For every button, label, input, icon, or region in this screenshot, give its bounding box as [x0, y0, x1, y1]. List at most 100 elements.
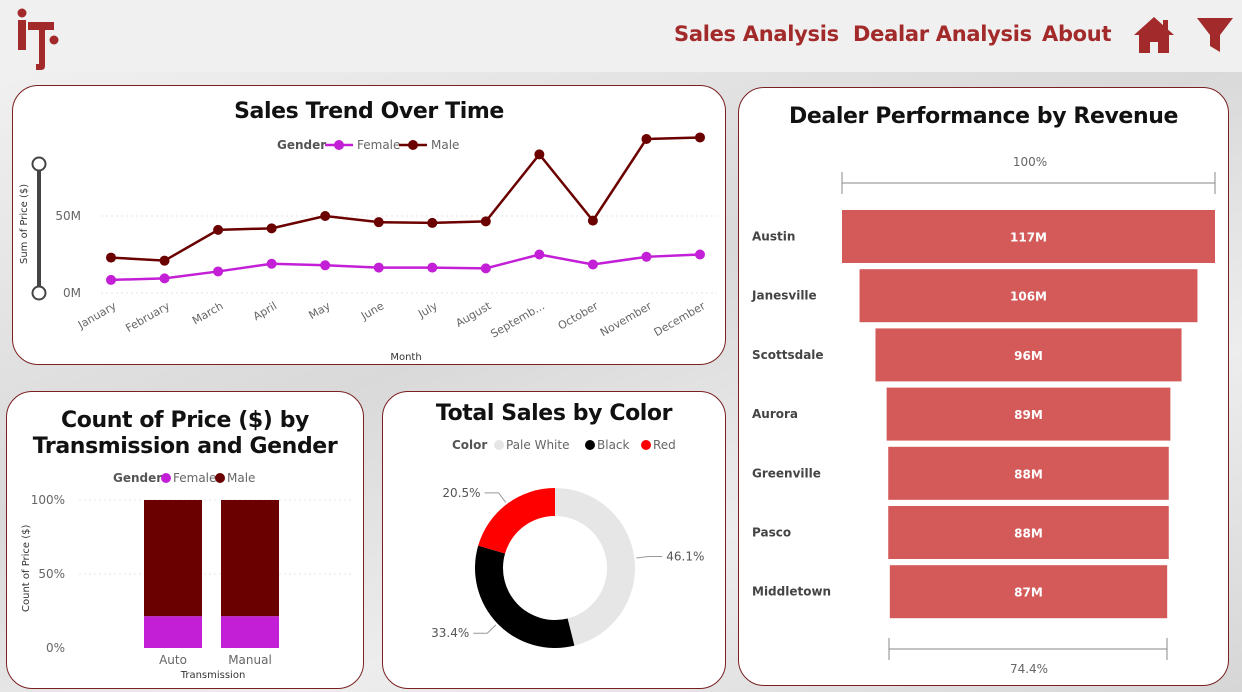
data-point-female[interactable]	[373, 262, 384, 273]
donut-legend-marker	[585, 440, 595, 450]
stack-x-axis-title: Transmission	[180, 670, 246, 681]
x-tick-label: December	[652, 299, 708, 339]
nav-dealar-analysis[interactable]: Dealar Analysis	[853, 22, 1032, 46]
data-point-female[interactable]	[480, 263, 491, 274]
stack-y-tick-100: 100%	[31, 493, 65, 507]
x-axis-title: Month	[390, 352, 421, 363]
data-point-female[interactable]	[159, 273, 170, 284]
x-tick-label: October	[556, 299, 601, 333]
funnel-value-label: 96M	[1014, 349, 1043, 363]
header-bar: Sales Analysis Dealar Analysis About	[0, 0, 1242, 72]
color-sales-chart: Color Pale White Black Red 46.1% 33.4% 20.5%	[431, 438, 704, 648]
data-point-male[interactable]	[587, 215, 598, 226]
transmission-card: Count of Price ($) by Transmission and G…	[6, 391, 364, 689]
stack-bar-manual-female[interactable]	[221, 616, 279, 648]
data-point-male[interactable]	[480, 216, 491, 227]
funnel-category-label: Scottsdale	[752, 348, 824, 362]
data-point-male[interactable]	[534, 149, 545, 160]
zoom-slider-top-handle[interactable]	[31, 156, 47, 172]
dealer-funnel-chart: 100% Austin 117M Janesville 106M Scottsdale 9…	[751, 155, 1216, 676]
funnel-value-label: 88M	[1014, 467, 1043, 481]
donut-legend-marker	[641, 440, 651, 450]
funnel-value-label: 87M	[1014, 586, 1043, 600]
sales-trend-chart: Gender Female Male Sum of Price ($) 50M …	[19, 132, 717, 363]
data-point-female[interactable]	[695, 249, 705, 260]
nav-about[interactable]: About	[1042, 22, 1112, 46]
color-sales-card: Total Sales by Color Color Pale White Bla…	[382, 391, 726, 689]
y-axis-title: Sum of Price ($)	[19, 184, 30, 264]
data-point-female[interactable]	[213, 266, 224, 277]
stack-y-tick-0: 0%	[46, 641, 65, 655]
dealer-performance-card: Dealer Performance by Revenue 100% Austi…	[738, 87, 1229, 686]
data-point-male[interactable]	[695, 132, 705, 143]
data-point-female[interactable]	[106, 274, 116, 285]
data-point-female[interactable]	[641, 251, 652, 262]
x-tick-label: July	[415, 299, 440, 321]
series-line-female	[110, 253, 701, 282]
data-point-female[interactable]	[320, 260, 331, 271]
donut-legend-label: Red	[653, 438, 676, 452]
funnel-category-label: Greenville	[752, 466, 821, 480]
x-tick-label: March	[190, 299, 226, 327]
funnel-value-label: 106M	[1010, 290, 1047, 304]
funnel-bottom-pct: 74.4%	[1010, 662, 1048, 676]
data-point-male[interactable]	[266, 223, 277, 234]
data-point-male[interactable]	[320, 211, 331, 221]
series-line-male	[110, 136, 701, 262]
filter-icon[interactable]	[1196, 16, 1234, 54]
data-point-male[interactable]	[427, 217, 438, 228]
x-tick-label: May	[306, 299, 333, 322]
data-point-female[interactable]	[587, 259, 598, 270]
y-tick-50m: 50M	[55, 209, 81, 223]
donut-slice-red[interactable]	[478, 488, 555, 554]
nav-sales-analysis[interactable]: Sales Analysis	[674, 22, 839, 46]
legend-title: Gender	[277, 138, 326, 152]
funnel-value-label: 88M	[1014, 527, 1043, 541]
donut-data-label: 46.1%	[666, 550, 704, 564]
zoom-slider-bottom-handle[interactable]	[31, 285, 47, 301]
donut-data-label: 20.5%	[442, 486, 480, 500]
y-tick-0m: 0M	[63, 286, 81, 300]
stack-legend-label-male: Male	[227, 471, 255, 485]
funnel-category-label: Pasco	[752, 526, 791, 540]
donut-legend-title: Color	[452, 438, 487, 452]
stack-legend-label-female: Female	[173, 471, 216, 485]
sales-trend-card: Sales Trend Over Time Gender Female Male…	[12, 85, 726, 365]
donut-legend-label: Black	[597, 438, 630, 452]
donut-slice-black[interactable]	[475, 545, 575, 648]
data-point-female[interactable]	[266, 258, 277, 269]
legend-label-female: Female	[357, 138, 400, 152]
data-point-male[interactable]	[373, 217, 384, 228]
stack-bar-auto-female[interactable]	[144, 616, 202, 648]
transmission-chart: Gender Female Male 100% 50% 0% Count of …	[21, 471, 351, 681]
data-point-male[interactable]	[213, 224, 224, 235]
stack-y-tick-50: 50%	[38, 567, 65, 581]
legend-marker-female	[334, 140, 344, 150]
funnel-value-label: 117M	[1010, 231, 1047, 245]
home-icon[interactable]	[1133, 16, 1175, 54]
stack-legend-marker-female	[161, 473, 171, 483]
x-tick-label: Septemb...	[488, 299, 546, 340]
x-tick-label: August	[453, 299, 493, 330]
x-tick-label: February	[123, 299, 172, 335]
x-tick-label: April	[251, 299, 279, 323]
data-point-male[interactable]	[106, 252, 116, 263]
stack-bar-auto-male[interactable]	[144, 500, 202, 617]
data-point-female[interactable]	[427, 262, 438, 273]
legend-marker-male	[408, 140, 418, 150]
data-point-male[interactable]	[159, 255, 170, 266]
x-tick-label: June	[358, 299, 386, 323]
data-point-female[interactable]	[534, 249, 545, 260]
stack-legend-marker-male	[215, 473, 225, 483]
company-logo	[17, 8, 59, 70]
funnel-top-pct: 100%	[1013, 155, 1047, 169]
stack-bar-manual-male[interactable]	[221, 500, 279, 617]
stack-legend-title: Gender	[113, 471, 162, 485]
funnel-category-label: Janesville	[751, 289, 817, 303]
funnel-category-label: Middletown	[752, 585, 831, 599]
donut-data-label: 33.4%	[431, 626, 469, 640]
funnel-category-label: Austin	[752, 230, 795, 244]
data-point-male[interactable]	[641, 134, 652, 144]
donut-legend-label: Pale White	[506, 438, 569, 452]
funnel-value-label: 89M	[1014, 408, 1043, 422]
